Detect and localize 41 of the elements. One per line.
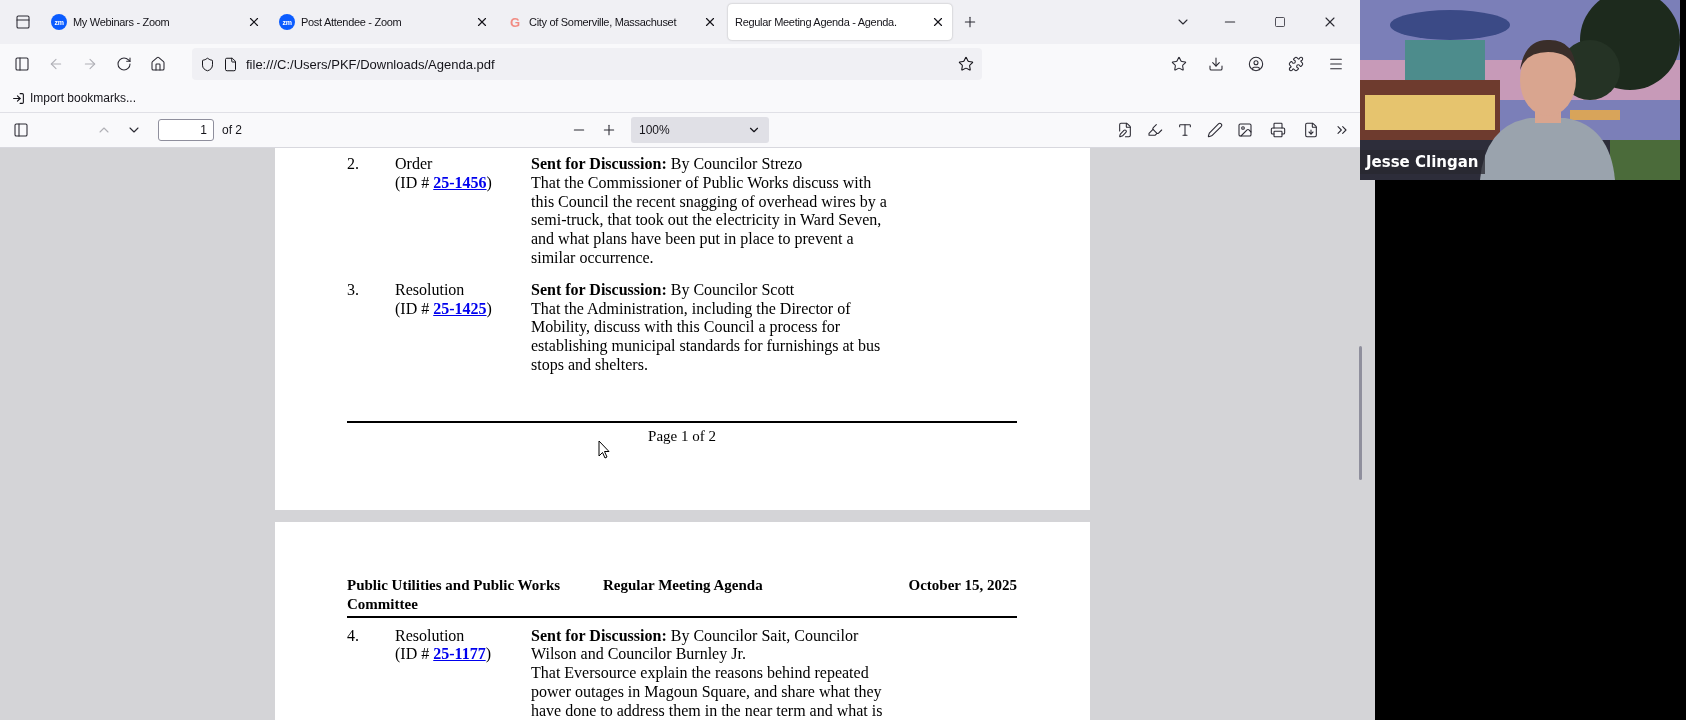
item-description: That the Administration, including the Director of Mobility, discuss with this Council a process for establishing municipal standards for furnishings at bus stops and shelters. (531, 299, 882, 375)
star-icon[interactable] (958, 56, 974, 72)
meeting-date: October 15, 2025 (908, 576, 1017, 595)
item-id: (ID # 25-1425) (395, 299, 493, 319)
cursor-icon (598, 440, 610, 459)
id-link[interactable]: 25-1456 (433, 173, 487, 191)
close-icon[interactable] (475, 15, 489, 29)
file-icon (223, 56, 238, 72)
page-number-field[interactable]: 1 (158, 119, 214, 141)
item-type: Order (395, 155, 434, 174)
shield-icon[interactable] (200, 56, 215, 72)
item-description: That Eversource explain the reasons behind repeated power outages in Magoun Square, and share what they have done to address them in the near term and what is (531, 664, 884, 720)
site-logo-icon: G (507, 14, 523, 30)
item-heading: Sent for Discussion: By Councilor Strezo (531, 155, 804, 174)
zoom-select[interactable]: 100% (631, 117, 769, 143)
item-number: 3. (347, 280, 360, 300)
bookmark-item[interactable]: Import bookmarks... (12, 91, 137, 105)
page-footer: Page 1 of 2 (648, 426, 716, 446)
item-id: (ID # 25-1177) (395, 645, 492, 665)
agenda-title: Regular Meeting Agenda (603, 576, 764, 595)
id-link[interactable]: 25-1177 (433, 645, 486, 663)
item-number: 4. (347, 626, 360, 646)
address-bar[interactable]: file:///C:/Users/PKF/Downloads/Agenda.pdf (192, 48, 982, 80)
committee-name: Public Utilities and Public Works Committee (347, 576, 562, 614)
item-number: 2. (347, 155, 360, 174)
participant-name: Jesse Clingan (1360, 150, 1485, 174)
browser-tab[interactable]: Regular Meeting Agenda - Agenda. (728, 4, 952, 40)
close-icon[interactable] (931, 15, 945, 29)
scrollbar-thumb[interactable] (1359, 346, 1362, 480)
item-type: Resolution (395, 280, 466, 300)
item-heading: Sent for Discussion: By Councilor Sait, Councilor Wilson and Councilor Burnley Jr. (531, 626, 860, 665)
item-heading: Sent for Discussion: By Councilor Scott (531, 280, 796, 300)
browser-tab[interactable]: G City of Somerville, Massachuset (500, 4, 724, 40)
import-icon (12, 91, 25, 105)
id-link[interactable]: 25-1425 (433, 299, 487, 317)
page-count: of 2 (222, 123, 242, 137)
item-id: (ID # 25-1456) (395, 173, 493, 193)
item-description: That the Commissioner of Public Works discuss with this Council the recent snagging of overhead wires by a semi-truck, that took out the electricity in Ward Seven, and what plans have been put in place to prevent a similar occurrence. (531, 173, 888, 268)
close-icon[interactable] (703, 15, 717, 29)
close-icon[interactable] (247, 15, 261, 29)
item-type: Resolution (395, 626, 466, 646)
